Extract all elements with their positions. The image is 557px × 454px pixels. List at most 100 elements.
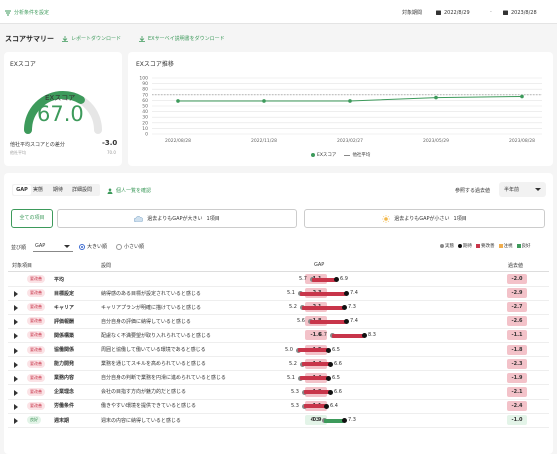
tab-gap[interactable]: GAP xyxy=(13,185,31,195)
status-badge: 要改善 xyxy=(27,317,45,326)
table-row[interactable]: 要改善目標設定納得感のある目標が設定されていると感じる-2.35.17.4-2.… xyxy=(8,287,549,301)
expand-arrow-icon[interactable] xyxy=(14,361,18,368)
table-row[interactable]: 要改善キャリアキャリアプランが明確に描けていると感じる-2.15.27.3-2.… xyxy=(8,301,549,315)
row-expect-dot xyxy=(326,347,331,353)
expand-arrow-icon[interactable] xyxy=(14,319,18,326)
row-question: 会社の目指す方向が魅力的だと感じる xyxy=(101,389,187,396)
y-tick-label: 100 xyxy=(139,76,148,82)
radio-checked-icon xyxy=(79,243,85,250)
legend-improve-label: 要改善 xyxy=(481,244,495,249)
individual-list-label: 個人一覧を確認 xyxy=(116,188,152,194)
legend-average-label: 他社平均 xyxy=(352,153,371,158)
header-past: 過去値 xyxy=(508,263,524,269)
row-past-value: -1.1 xyxy=(507,330,527,341)
x-tick-label: 2023/02/27 xyxy=(337,138,363,144)
calendar-icon xyxy=(436,10,441,15)
row-question: 自分自身の評価に納得していると感じる xyxy=(101,318,191,325)
row-item: 目標設定 xyxy=(54,290,75,297)
y-tick-label: 70 xyxy=(142,92,148,98)
sort-desc-radio[interactable]: 大きい順 xyxy=(79,243,107,250)
tab-actual[interactable]: 実態 xyxy=(33,185,43,195)
expand-arrow-icon[interactable] xyxy=(14,305,18,312)
filter-gap-bigger-button[interactable]: 過去よりもGAPが大きい 1項目 xyxy=(57,209,297,228)
filter-gap-smaller-button[interactable]: 過去よりもGAPが小さい 1項目 xyxy=(304,209,545,228)
row-question: 働きやすい環境を提供できていると感じる xyxy=(101,403,197,410)
row-gap-bar xyxy=(310,319,346,324)
row-item: 企業理念 xyxy=(54,389,75,396)
row-actual-value: 5.6 xyxy=(297,318,305,325)
table-row[interactable]: 要改善能力開発業務を通じてスキルを高められていると感じる-1.45.26.6-2… xyxy=(8,358,549,372)
row-actual-value: 5.0 xyxy=(285,346,293,353)
row-expect-value: 6.6 xyxy=(334,388,342,395)
cloud-icon xyxy=(134,215,144,222)
page-title: スコアサマリー xyxy=(5,35,54,43)
date-from-picker[interactable]: 2022/8/29 xyxy=(436,8,486,17)
tab-expectation-label: 期待 xyxy=(53,187,64,193)
tab-expectation[interactable]: 期待 xyxy=(53,185,63,195)
date-to-picker[interactable]: 2023/8/28 xyxy=(503,8,553,17)
compare-select[interactable]: 半年前 xyxy=(499,182,546,197)
legend-expect-dot xyxy=(458,244,462,248)
y-tick-label: 0 xyxy=(145,132,148,138)
row-expect-dot xyxy=(344,291,349,297)
row-item: 業務内容 xyxy=(54,375,75,382)
row-question: 週末の内容に納得していると感じる xyxy=(101,417,181,424)
legend-expect-label: 期待 xyxy=(463,244,472,249)
download-report-link[interactable]: レポートダウンロード xyxy=(62,35,121,42)
row-gap-bar xyxy=(300,291,346,296)
x-tick-label: 2022/08/28 xyxy=(165,138,191,144)
row-question: 周囲と協働して働いている環境であると感じる xyxy=(101,347,206,353)
y-tick-label: 50 xyxy=(142,104,148,110)
y-tick-label: 90 xyxy=(142,81,148,87)
ex-score-card: EXスコア EXスコア 67.0 他社平均スコアとの差分 -3.0 他社平均 7… xyxy=(4,52,122,166)
period-label: 対象期間 xyxy=(402,10,423,16)
expand-arrow-icon[interactable] xyxy=(14,418,18,424)
filter-all-button[interactable]: 全ての項目 xyxy=(11,209,53,228)
row-item: 関係構築 xyxy=(54,332,75,339)
row-gap-bar xyxy=(324,418,344,423)
expand-arrow-icon[interactable] xyxy=(14,375,18,382)
status-badge: 要改善 xyxy=(27,275,45,283)
expand-arrow-icon[interactable] xyxy=(14,389,18,396)
ex-score-diff-label: 他社平均スコアとの差分 xyxy=(10,142,65,148)
sort-select[interactable]: GAP xyxy=(33,240,73,252)
row-gap-bar xyxy=(302,362,330,367)
filter-icon xyxy=(5,10,11,15)
y-tick-label: 80 xyxy=(142,87,148,93)
filter-settings-link[interactable]: 分析条件を設定 xyxy=(5,9,49,16)
download-survey-link[interactable]: EXサーベイ説明書をダウンロード xyxy=(139,35,225,42)
row-question: キャリアプランが明確に描けていると感じる xyxy=(101,304,202,311)
tab-gap-label: GAP xyxy=(16,187,28,193)
table-row[interactable]: 要改善 関係構築 配慮なく不満要望が取り入れられていると感じる -1.6 6.7 8.3-… xyxy=(8,329,549,344)
expand-arrow-icon[interactable] xyxy=(14,347,18,354)
sun-icon xyxy=(382,214,391,223)
row-item: 労働条件 xyxy=(54,403,75,410)
status-badge: 要改善 xyxy=(27,401,45,410)
table-row[interactable]: 要改善評価報酬自分自身の評価に納得していると感じる-1.85.67.4-2.6 xyxy=(8,315,549,330)
expand-arrow-icon[interactable] xyxy=(14,403,18,410)
expand-arrow-icon[interactable] xyxy=(14,291,18,298)
ex-score-sub-label: 他社平均 xyxy=(10,150,26,155)
row-divider xyxy=(8,426,549,428)
row-question: 納得感のある目標が設定されていると感じる xyxy=(101,290,201,297)
person-icon xyxy=(107,188,113,194)
row-expect-dot xyxy=(326,375,331,381)
legend-expect: 期待 xyxy=(458,243,472,249)
row-expect-dot xyxy=(328,389,333,395)
header-question: 設問 xyxy=(101,263,112,269)
row-past-value: -2.4 xyxy=(507,400,527,411)
expand-arrow-icon[interactable] xyxy=(14,333,18,340)
table-row[interactable]: 要改善協働関係周囲と協働して働いている環境であると感じる-1.55.06.5-1… xyxy=(8,344,549,358)
table-row[interactable]: 要改善業務内容自分自身の判断で業務を円滑に進められていると感じる-1.45.16… xyxy=(8,372,549,386)
sort-asc-radio[interactable]: 小さい順 xyxy=(116,243,144,250)
table-row[interactable]: 要改善企業理念会社の目指す方向が魅力的だと感じる-1.35.36.6-2.1 xyxy=(8,386,549,400)
status-badge: 要改善 xyxy=(27,289,45,298)
legend-actual-dot xyxy=(440,244,444,248)
row-expect-value: 7.4 xyxy=(350,318,358,325)
row-past-value: -2.3 xyxy=(507,358,527,369)
tab-detail-questions[interactable]: 詳細設問 xyxy=(72,185,92,195)
row-expect-value: 6.5 xyxy=(332,346,340,353)
table-row[interactable]: 要改善労働条件働きやすい環境を提供できていると感じる-1.15.36.4-2.4 xyxy=(8,400,549,414)
individual-list-link[interactable]: 個人一覧を確認 xyxy=(107,187,151,194)
table-row[interactable]: 良好 週末期 週末の内容に納得していると感じる -0.9 6.3 7.3 -1.0 xyxy=(8,414,549,428)
